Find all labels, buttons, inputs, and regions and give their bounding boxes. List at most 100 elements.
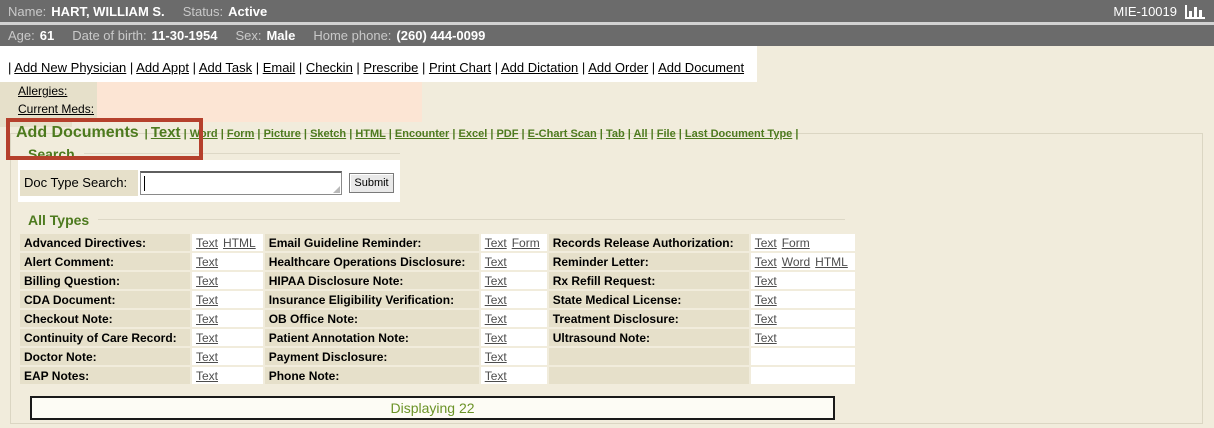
doc-type-link-e-chart-scan[interactable]: E-Chart Scan (528, 128, 597, 140)
all-types-rule (98, 219, 845, 220)
nav-link-add-dictation[interactable]: Add Dictation (501, 60, 578, 75)
doc-type-label: Patient Annotation Note: (265, 329, 479, 346)
doc-type-label: Reminder Letter: (549, 253, 749, 270)
bar-chart-icon[interactable] (1184, 4, 1206, 19)
table-row: Advanced Directives:TextHTMLEmail Guidel… (20, 234, 855, 251)
open-html-link[interactable]: HTML (815, 255, 848, 269)
open-text-link[interactable]: Text (485, 274, 507, 288)
separator-pipe: | (346, 128, 355, 140)
open-text-link[interactable]: Text (485, 369, 507, 383)
doc-type-link-cell: Text (192, 253, 263, 270)
open-text-link[interactable]: Text (196, 293, 218, 307)
open-text-link[interactable]: Text (755, 331, 777, 345)
open-text-link[interactable]: Text (755, 255, 777, 269)
status-label: Status: (183, 4, 223, 19)
doc-type-link-encounter[interactable]: Encounter (395, 128, 449, 140)
open-word-link[interactable]: Word (782, 255, 810, 269)
displaying-count-box: Displaying 22 (30, 396, 835, 420)
submit-button[interactable]: Submit (349, 173, 394, 193)
doc-type-label: State Medical License: (549, 291, 749, 308)
doc-type-link-bar: | Text | Word | Form | Picture | Sketch … (145, 124, 799, 141)
open-text-link[interactable]: Text (485, 331, 507, 345)
open-text-link[interactable]: Text (196, 255, 218, 269)
nav-link-add-new-physician[interactable]: Add New Physician (14, 60, 126, 75)
text-caret (144, 176, 145, 191)
open-text-link[interactable]: Text (196, 274, 218, 288)
separator-pipe: | (491, 60, 501, 75)
doc-type-link-pdf[interactable]: PDF (496, 128, 518, 140)
separator-pipe: | (353, 60, 364, 75)
doc-type-label: Phone Note: (265, 367, 479, 384)
open-text-link[interactable]: Text (755, 236, 777, 250)
doc-type-link-form[interactable]: Form (227, 128, 255, 140)
separator-pipe: | (578, 60, 588, 75)
doc-type-link-cell: Text (481, 253, 547, 270)
open-text-link[interactable]: Text (755, 274, 777, 288)
table-row: Continuity of Care Record:TextPatient An… (20, 329, 855, 346)
open-text-link[interactable]: Text (485, 312, 507, 326)
open-text-link[interactable]: Text (196, 350, 218, 364)
nav-link-add-task[interactable]: Add Task (199, 60, 252, 75)
separator-pipe: | (254, 128, 263, 140)
table-row: EAP Notes:TextPhone Note:Text (20, 367, 855, 384)
nav-link-email[interactable]: Email (263, 60, 296, 75)
doc-type-link-tab[interactable]: Tab (606, 128, 625, 140)
phone-value: (260) 444-0099 (396, 28, 485, 43)
doc-type-link-picture[interactable]: Picture (264, 128, 301, 140)
doc-type-label: Billing Question: (20, 272, 190, 289)
resize-handle[interactable] (333, 186, 340, 193)
doc-type-link-last-document-type[interactable]: Last Document Type (685, 128, 792, 140)
chart-id: MIE-10019 (1113, 4, 1177, 19)
open-form-link[interactable]: Form (782, 236, 810, 250)
open-text-link[interactable]: Text (755, 312, 777, 326)
doc-type-link-all[interactable]: All (634, 128, 648, 140)
doc-type-label: Checkout Note: (20, 310, 190, 327)
separator-pipe: | (676, 128, 685, 140)
current-meds-link[interactable]: Current Meds: (18, 102, 94, 116)
dob-value: 11-30-1954 (152, 28, 218, 43)
table-row: Checkout Note:TextOB Office Note:TextTre… (20, 310, 855, 327)
doc-type-label (549, 367, 749, 384)
document-types-table: Advanced Directives:TextHTMLEmail Guidel… (18, 232, 857, 386)
doc-type-label: Records Release Authorization: (549, 234, 749, 251)
nav-link-prescribe[interactable]: Prescribe (363, 60, 418, 75)
doc-type-link-html[interactable]: HTML (355, 128, 385, 140)
table-row: Billing Question: Text HIPAA Disclosure No… (20, 272, 855, 289)
doc-type-link-cell: Text (751, 291, 855, 308)
nav-link-checkin[interactable]: Checkin (306, 60, 353, 75)
doc-type-label (549, 348, 749, 365)
table-row: Alert Comment:TextHealthcare Operations … (20, 253, 855, 270)
doc-type-link-excel[interactable]: Excel (459, 128, 488, 140)
open-text-link[interactable]: Text (485, 255, 507, 269)
doc-type-link-cell: Text (192, 329, 263, 346)
doc-type-link-cell (751, 348, 855, 365)
open-text-link[interactable]: Text (196, 236, 218, 250)
doc-type-link-cell: Text (751, 329, 855, 346)
open-text-link[interactable]: Text (196, 369, 218, 383)
doc-type-link-cell: Text (481, 367, 547, 384)
separator-pipe: | (189, 60, 199, 75)
doc-type-search-input[interactable] (140, 171, 342, 195)
nav-link-add-document[interactable]: Add Document (658, 60, 744, 75)
nav-link-add-order[interactable]: Add Order (588, 60, 648, 75)
open-text-link[interactable]: Text (196, 331, 218, 345)
doc-type-link-cell: Text (192, 272, 263, 289)
doc-type-link-cell: Text (481, 272, 547, 289)
doc-type-link-cell: Text (751, 272, 855, 289)
open-text-link[interactable]: Text (485, 236, 507, 250)
open-text-link[interactable]: Text (485, 350, 507, 364)
nav-link-add-appt[interactable]: Add Appt (136, 60, 189, 75)
doc-type-label: HIPAA Disclosure Note: (265, 272, 479, 289)
nav-link-print-chart[interactable]: Print Chart (429, 60, 491, 75)
open-text-link[interactable]: Text (755, 293, 777, 307)
allergies-link[interactable]: Allergies: (18, 84, 67, 98)
doc-type-link-sketch[interactable]: Sketch (310, 128, 346, 140)
open-text-link[interactable]: Text (485, 293, 507, 307)
open-text-link[interactable]: Text (196, 312, 218, 326)
doc-type-label: Insurance Eligibility Verification: (265, 291, 479, 308)
sex-value: Male (266, 28, 295, 43)
open-form-link[interactable]: Form (512, 236, 540, 250)
doc-type-link-file[interactable]: File (657, 128, 676, 140)
open-html-link[interactable]: HTML (223, 236, 256, 250)
separator-pipe: | (386, 128, 395, 140)
